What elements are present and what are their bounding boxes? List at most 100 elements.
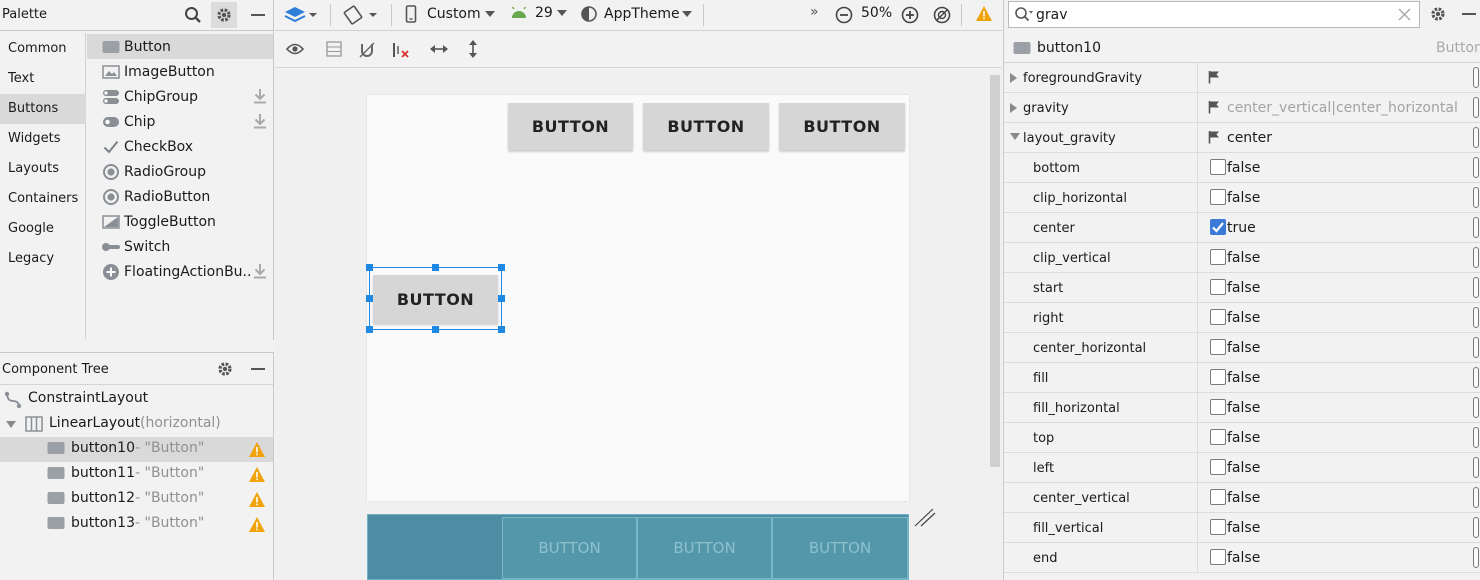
attr-row-gravity[interactable]: gravity center_vertical|center_horizontal: [1004, 93, 1480, 123]
attr-value-cell[interactable]: [1197, 63, 1472, 92]
device-preview[interactable]: BUTTON BUTTON BUTTON BUTTON: [366, 95, 909, 501]
attr-value-cell[interactable]: false: [1197, 543, 1472, 572]
attr-checkbox[interactable]: [1210, 189, 1226, 205]
zoom-in-icon[interactable]: [901, 6, 919, 24]
attr-row-layout-gravity[interactable]: layout_gravity center: [1004, 123, 1480, 153]
category-text[interactable]: Text: [0, 64, 86, 94]
search-icon[interactable]: [180, 2, 206, 28]
warning-icon[interactable]: [248, 466, 266, 483]
resize-handle-top-left[interactable]: [366, 264, 373, 271]
attr-value-cell[interactable]: false: [1197, 153, 1472, 182]
resize-corner-icon[interactable]: [913, 506, 937, 528]
palette-item-radiogroup[interactable]: RadioGroup: [87, 159, 273, 184]
attr-row-left[interactable]: left false: [1004, 453, 1480, 483]
attr-row-start[interactable]: start false: [1004, 273, 1480, 303]
attr-checkbox[interactable]: [1210, 309, 1226, 325]
attr-checkbox[interactable]: [1210, 429, 1226, 445]
category-widgets[interactable]: Widgets: [0, 124, 86, 154]
attr-value-cell[interactable]: false: [1197, 303, 1472, 332]
attr-row-end[interactable]: end false: [1004, 543, 1480, 573]
blueprint-button-13[interactable]: BUTTON: [772, 517, 908, 579]
palette-item-radiobutton[interactable]: RadioButton: [87, 184, 273, 209]
minimize-icon[interactable]: [245, 356, 271, 382]
attr-row-fill-vertical[interactable]: fill_vertical false: [1004, 513, 1480, 543]
attr-value-cell[interactable]: false: [1197, 183, 1472, 212]
palette-item-chipgroup[interactable]: ChipGroup: [87, 84, 273, 109]
category-legacy[interactable]: Legacy: [0, 244, 86, 274]
attr-checkbox[interactable]: [1210, 489, 1226, 505]
collapse-arrow-icon[interactable]: [1009, 102, 1019, 114]
palette-item-imagebutton[interactable]: ImageButton: [87, 59, 273, 84]
palette-item-togglebutton[interactable]: ToggleButton: [87, 209, 273, 234]
attr-value-cell[interactable]: false: [1197, 273, 1472, 302]
attr-checkbox[interactable]: [1210, 219, 1226, 235]
zoom-out-icon[interactable]: [835, 6, 853, 24]
attr-row-clip-horizontal[interactable]: clip_horizontal false: [1004, 183, 1480, 213]
attr-row-right[interactable]: right false: [1004, 303, 1480, 333]
device-dropdown[interactable]: Custom: [405, 5, 495, 23]
attr-checkbox[interactable]: [1210, 549, 1226, 565]
attr-row-bottom[interactable]: bottom false: [1004, 153, 1480, 183]
attr-checkbox[interactable]: [1210, 279, 1226, 295]
theme-dropdown[interactable]: AppTheme: [580, 5, 692, 23]
resize-handle-right[interactable]: [498, 295, 505, 302]
resize-handle-bottom[interactable]: [432, 326, 439, 333]
attr-value-cell[interactable]: false: [1197, 483, 1472, 512]
warning-icon[interactable]: [248, 441, 266, 458]
tree-item-button11[interactable]: button11- "Button": [0, 462, 273, 487]
attr-row-top[interactable]: top false: [1004, 423, 1480, 453]
preview-button-11[interactable]: BUTTON: [508, 103, 633, 150]
api-level-dropdown[interactable]: 29: [510, 5, 567, 21]
category-common[interactable]: Common: [0, 34, 86, 64]
attr-row-fill-horizontal[interactable]: fill_horizontal false: [1004, 393, 1480, 423]
minimize-icon[interactable]: [1456, 1, 1480, 27]
attr-value-cell[interactable]: false: [1197, 243, 1472, 272]
expand-horizontal-icon[interactable]: [429, 42, 449, 56]
layers-dropdown[interactable]: [284, 5, 318, 25]
warning-icon[interactable]: [975, 5, 993, 22]
tree-item-linearlayout[interactable]: LinearLayout (horizontal): [0, 412, 273, 437]
resize-handle-left[interactable]: [366, 295, 373, 302]
attr-checkbox[interactable]: [1210, 399, 1226, 415]
palette-item-button[interactable]: Button: [87, 34, 273, 59]
clear-search-icon[interactable]: [1398, 8, 1411, 21]
flag-icon[interactable]: [1208, 130, 1220, 144]
preview-button-12[interactable]: BUTTON: [643, 103, 769, 150]
attribute-search-input[interactable]: [1036, 4, 1391, 25]
attr-value-cell[interactable]: center: [1197, 123, 1472, 152]
resize-handle-bottom-right[interactable]: [498, 326, 505, 333]
resize-handle-bottom-left[interactable]: [366, 326, 373, 333]
flag-icon[interactable]: [1208, 70, 1220, 84]
attr-value-cell[interactable]: false: [1197, 393, 1472, 422]
attr-checkbox[interactable]: [1210, 519, 1226, 535]
attr-checkbox[interactable]: [1210, 459, 1226, 475]
zoom-to-fit-icon[interactable]: [933, 6, 951, 24]
download-icon[interactable]: [253, 263, 267, 279]
category-containers[interactable]: Containers: [0, 184, 86, 214]
tree-item-constraintlayout[interactable]: ConstraintLayout: [0, 387, 273, 412]
category-buttons[interactable]: Buttons: [0, 94, 86, 124]
warning-icon[interactable]: [248, 516, 266, 533]
attr-value-cell[interactable]: false: [1197, 453, 1472, 482]
attr-value-cell[interactable]: true: [1197, 213, 1472, 242]
tree-item-button12[interactable]: button12- "Button": [0, 487, 273, 512]
collapse-arrow-icon[interactable]: [1009, 72, 1019, 84]
attr-checkbox[interactable]: [1210, 339, 1226, 355]
attr-value-cell[interactable]: center_vertical|center_horizontal: [1197, 93, 1472, 122]
expand-arrow-icon[interactable]: [5, 420, 17, 430]
attr-row-center-horizontal[interactable]: center_horizontal false: [1004, 333, 1480, 363]
palette-item-checkbox[interactable]: CheckBox: [87, 134, 273, 159]
attr-value-cell[interactable]: false: [1197, 363, 1472, 392]
attr-value-cell[interactable]: false: [1197, 513, 1472, 542]
attr-row-center-vertical[interactable]: center_vertical false: [1004, 483, 1480, 513]
attr-row-foregroundgravity[interactable]: foregroundGravity: [1004, 63, 1480, 93]
orientation-dropdown[interactable]: [343, 5, 379, 25]
attr-row-fill[interactable]: fill false: [1004, 363, 1480, 393]
blueprint-button-11[interactable]: BUTTON: [502, 517, 637, 579]
palette-item-floatingactionbu[interactable]: FloatingActionBu...: [87, 259, 273, 284]
warning-icon[interactable]: [248, 491, 266, 508]
palette-item-chip[interactable]: Chip: [87, 109, 273, 134]
tree-item-button10[interactable]: button10- "Button": [0, 437, 273, 462]
preview-button-13[interactable]: BUTTON: [779, 103, 905, 150]
palette-item-switch[interactable]: Switch: [87, 234, 273, 259]
